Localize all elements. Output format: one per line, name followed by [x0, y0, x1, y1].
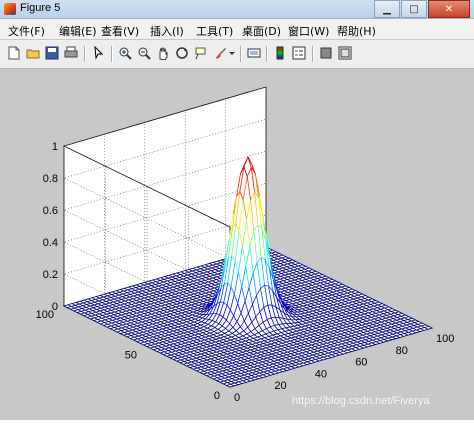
x-tick-label: 40	[315, 368, 327, 380]
toolbar-separator	[312, 46, 314, 62]
matlab-logo-icon	[4, 3, 16, 15]
colorbar-icon[interactable]	[272, 45, 288, 61]
toolbar-separator	[111, 46, 113, 62]
z-tick-label: 0	[52, 301, 58, 313]
window-title: Figure 5	[20, 2, 61, 14]
menu-insert[interactable]: 插入(I)	[150, 23, 184, 39]
figure-window: Figure 5 ▁ □ ✕ 文件(F) 编辑(E) 查看(V) 插入(I) 工…	[0, 0, 474, 420]
pan-icon[interactable]	[155, 45, 171, 61]
maximize-button[interactable]: □	[401, 0, 427, 18]
y-tick-label: 0	[214, 390, 220, 402]
x-tick-label: 20	[274, 380, 286, 392]
menu-file[interactable]: 文件(F)	[8, 23, 45, 39]
minimize-icon: ▁	[383, 3, 391, 15]
menu-help[interactable]: 帮助(H)	[337, 23, 376, 39]
menu-desktop[interactable]: 桌面(D)	[242, 23, 281, 39]
brush-dropdown-icon[interactable]	[228, 45, 236, 61]
z-tick-label: 1	[52, 141, 58, 153]
menu-tools[interactable]: 工具(T)	[196, 23, 233, 39]
y-tick-label: 50	[125, 350, 137, 362]
minimize-button[interactable]: ▁	[374, 0, 400, 18]
data-cursor-icon[interactable]	[193, 45, 209, 61]
link-plot-icon[interactable]	[246, 45, 262, 61]
x-tick-label: 100	[436, 333, 454, 345]
zoom-in-icon[interactable]	[117, 45, 133, 61]
rotate-3d-icon[interactable]	[174, 45, 190, 61]
x-tick-label: 0	[234, 392, 240, 404]
menu-window[interactable]: 窗口(W)	[288, 23, 329, 39]
menu-bar: 文件(F) 编辑(E) 查看(V) 插入(I) 工具(T) 桌面(D) 窗口(W…	[0, 19, 474, 39]
save-icon[interactable]	[44, 45, 60, 61]
new-figure-icon[interactable]	[6, 45, 22, 61]
brush-icon[interactable]	[212, 45, 228, 61]
surface-plot[interactable]: 02040608010005010000.20.40.60.81 https:/…	[0, 69, 474, 420]
close-button[interactable]: ✕	[428, 0, 470, 18]
pointer-icon[interactable]	[91, 45, 107, 61]
maximize-icon: □	[409, 3, 419, 15]
close-icon: ✕	[444, 3, 454, 15]
zoom-out-icon[interactable]	[136, 45, 152, 61]
menu-view[interactable]: 查看(V)	[101, 23, 139, 39]
x-tick-label: 80	[396, 345, 408, 357]
toolbar-separator	[266, 46, 268, 62]
hide-plot-tools-icon[interactable]	[318, 45, 334, 61]
plot-area: 0 20 40 60 80 100 0 50 100 0 0.2 0.4 0.6 0.8 1 https:/…	[0, 69, 474, 420]
z-tick-label: 0.2	[43, 269, 58, 281]
toolbar-separator	[240, 46, 242, 62]
z-tick-label: 0.6	[43, 205, 58, 217]
window-controls: ▁ □ ✕	[373, 0, 470, 18]
figure-toolbar	[0, 40, 474, 69]
watermark-text: https://blog.csdn.net/Fiverya	[292, 395, 430, 407]
title-bar: Figure 5 ▁ □ ✕	[0, 0, 474, 19]
toolbar-separator	[84, 46, 86, 62]
z-tick-label: 0.4	[43, 237, 58, 249]
menu-edit[interactable]: 编辑(E)	[59, 23, 97, 39]
show-plot-tools-icon[interactable]	[337, 45, 353, 61]
print-icon[interactable]	[63, 45, 79, 61]
legend-icon[interactable]	[291, 45, 307, 61]
open-file-icon[interactable]	[25, 45, 41, 61]
z-tick-label: 0.8	[43, 173, 58, 185]
x-tick-label: 60	[355, 357, 367, 369]
